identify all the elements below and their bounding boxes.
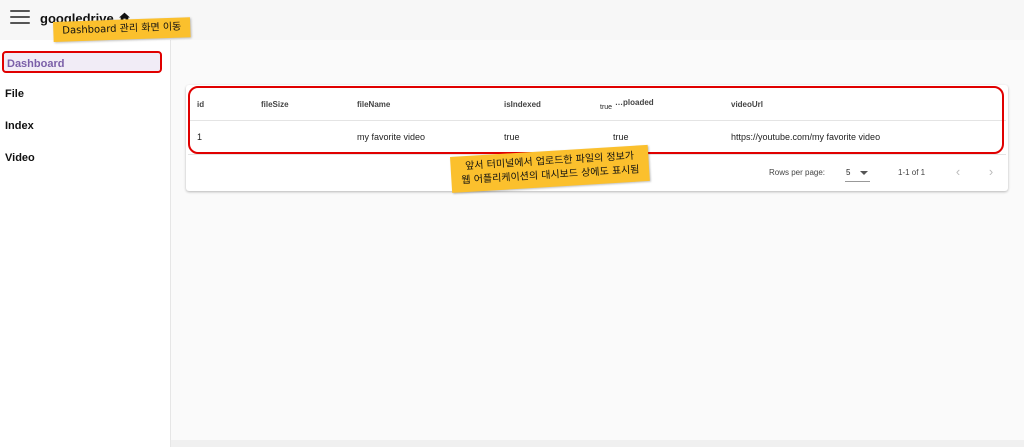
caret-down-icon bbox=[860, 171, 868, 175]
overlapping-value: true bbox=[600, 104, 613, 111]
column-header-filesize[interactable]: fileSize bbox=[261, 100, 289, 109]
sidebar-item-dashboard[interactable]: Dashboard bbox=[2, 51, 162, 73]
rows-per-page-label: Rows per page: bbox=[769, 168, 826, 177]
cell-id: 1 bbox=[197, 132, 203, 142]
cell-isuploaded: true bbox=[613, 132, 629, 142]
column-header-isuploaded[interactable]: …ploaded bbox=[615, 98, 654, 107]
menu-icon[interactable] bbox=[10, 10, 30, 26]
rows-per-page-select[interactable]: 5 bbox=[845, 165, 870, 182]
column-header-videourl[interactable]: videoUrl bbox=[731, 100, 763, 109]
cell-videourl: https://youtube.com/my favorite video bbox=[731, 132, 881, 142]
pagination-range: 1-1 of 1 bbox=[898, 168, 926, 177]
bottom-strip bbox=[171, 440, 1024, 447]
sidebar: Dashboard File Index Video bbox=[0, 40, 171, 447]
sidebar-item-video[interactable]: Video bbox=[5, 152, 35, 164]
column-header-isindexed[interactable]: isIndexed bbox=[504, 100, 541, 109]
cell-isindexed: true bbox=[504, 132, 520, 142]
sidebar-item-file[interactable]: File bbox=[5, 88, 24, 100]
column-header-filename[interactable]: fileName bbox=[357, 100, 390, 109]
rows-per-page-value: 5 bbox=[846, 168, 851, 177]
cell-filename: my favorite video bbox=[357, 132, 426, 142]
sidebar-item-index[interactable]: Index bbox=[5, 120, 34, 132]
column-header-id[interactable]: id bbox=[197, 100, 204, 109]
chevron-right-icon[interactable]: › bbox=[984, 164, 998, 180]
header-divider bbox=[188, 120, 1006, 121]
chevron-left-icon[interactable]: ‹ bbox=[951, 164, 965, 180]
